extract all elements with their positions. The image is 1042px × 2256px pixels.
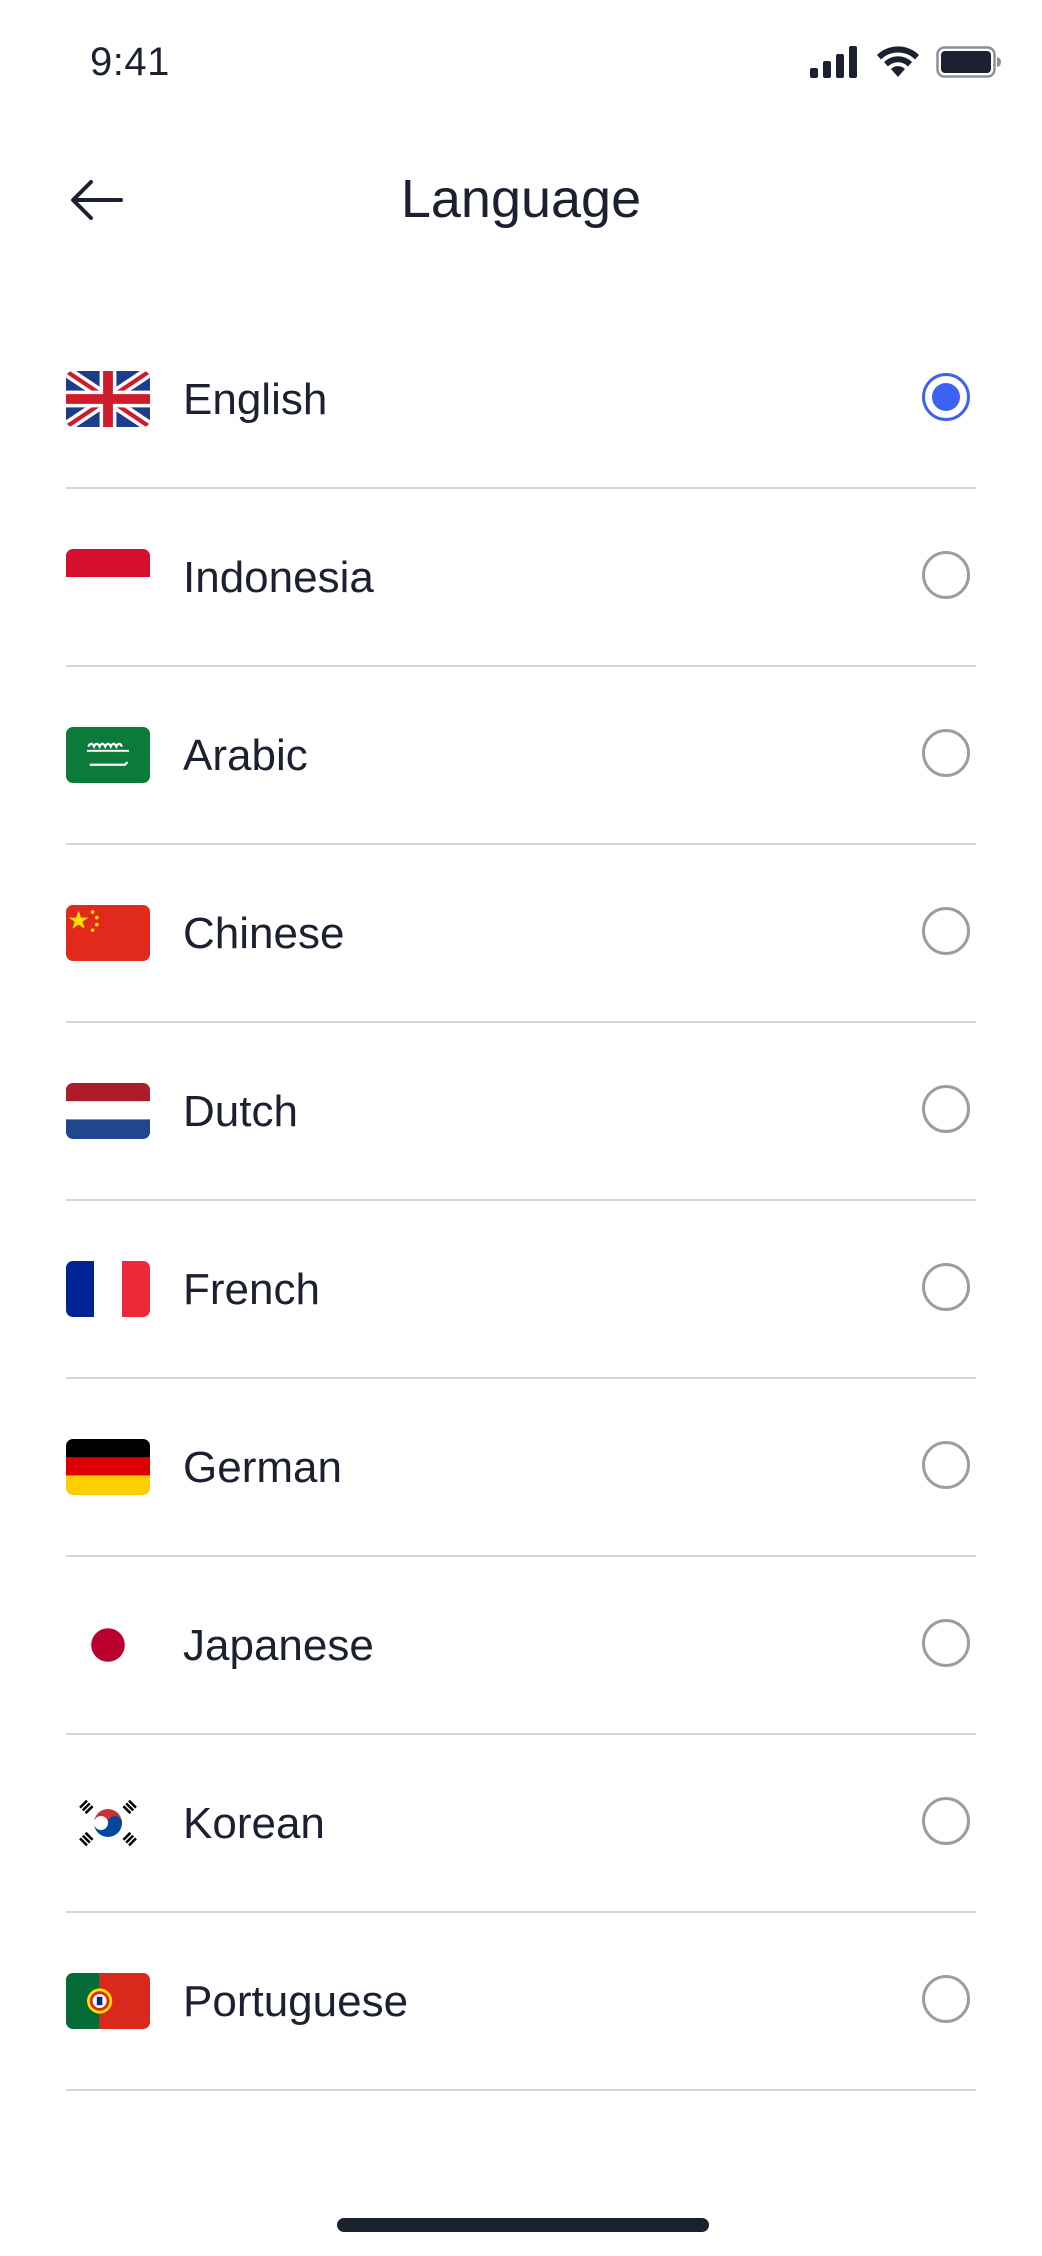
netherlands-flag-icon [66, 1083, 150, 1139]
language-label: German [183, 1443, 342, 1492]
language-label: Japanese [183, 1621, 374, 1670]
uk-flag-icon [66, 371, 150, 427]
language-label: French [183, 1265, 320, 1314]
indonesia-flag-icon [66, 549, 150, 605]
language-row-indonesia[interactable]: Indonesia [66, 489, 976, 667]
radio-indonesia[interactable] [922, 551, 970, 599]
language-label: Dutch [183, 1087, 298, 1136]
radio-chinese[interactable] [922, 907, 970, 955]
language-row-portuguese[interactable]: Portuguese [66, 1913, 976, 2091]
language-row-english[interactable]: English [66, 311, 976, 489]
page-title: Language [400, 169, 642, 229]
radio-portuguese[interactable] [922, 1975, 970, 2023]
status-icons [810, 46, 1002, 78]
portugal-flag-icon [66, 1973, 150, 2029]
language-row-german[interactable]: German [66, 1379, 976, 1557]
radio-english[interactable] [922, 373, 970, 421]
radio-french[interactable] [922, 1263, 970, 1311]
language-row-arabic[interactable]: Arabic [66, 667, 976, 845]
germany-flag-icon [66, 1439, 150, 1495]
china-flag-icon [66, 905, 150, 961]
radio-german[interactable] [922, 1441, 970, 1489]
language-row-japanese[interactable]: Japanese [66, 1557, 976, 1735]
language-row-korean[interactable]: Korean [66, 1735, 976, 1913]
radio-dutch[interactable] [922, 1085, 970, 1133]
language-label: Korean [183, 1799, 325, 1848]
radio-korean[interactable] [922, 1797, 970, 1845]
language-label: Chinese [183, 909, 345, 958]
status-bar: 9:41 [0, 0, 1042, 130]
japan-flag-icon [66, 1617, 150, 1673]
saudi-arabia-flag-icon [66, 727, 150, 783]
radio-arabic[interactable] [922, 729, 970, 777]
language-label: Indonesia [183, 553, 374, 602]
language-label: Arabic [183, 731, 308, 780]
language-label: Portuguese [183, 1977, 409, 2026]
battery-icon [936, 46, 1001, 78]
wifi-icon [877, 46, 919, 77]
header: Language [0, 150, 1042, 250]
language-list: English Indonesia Arabic Chinese Dutch F… [66, 311, 976, 2091]
status-time: 9:41 [90, 40, 170, 84]
korea-flag-icon [66, 1795, 150, 1851]
language-row-french[interactable]: French [66, 1201, 976, 1379]
france-flag-icon [66, 1261, 150, 1317]
language-row-chinese[interactable]: Chinese [66, 845, 976, 1023]
signal-icon [810, 46, 857, 78]
language-row-dutch[interactable]: Dutch [66, 1023, 976, 1201]
language-label: English [183, 375, 328, 424]
radio-japanese[interactable] [922, 1619, 970, 1667]
home-indicator[interactable] [337, 2218, 709, 2232]
